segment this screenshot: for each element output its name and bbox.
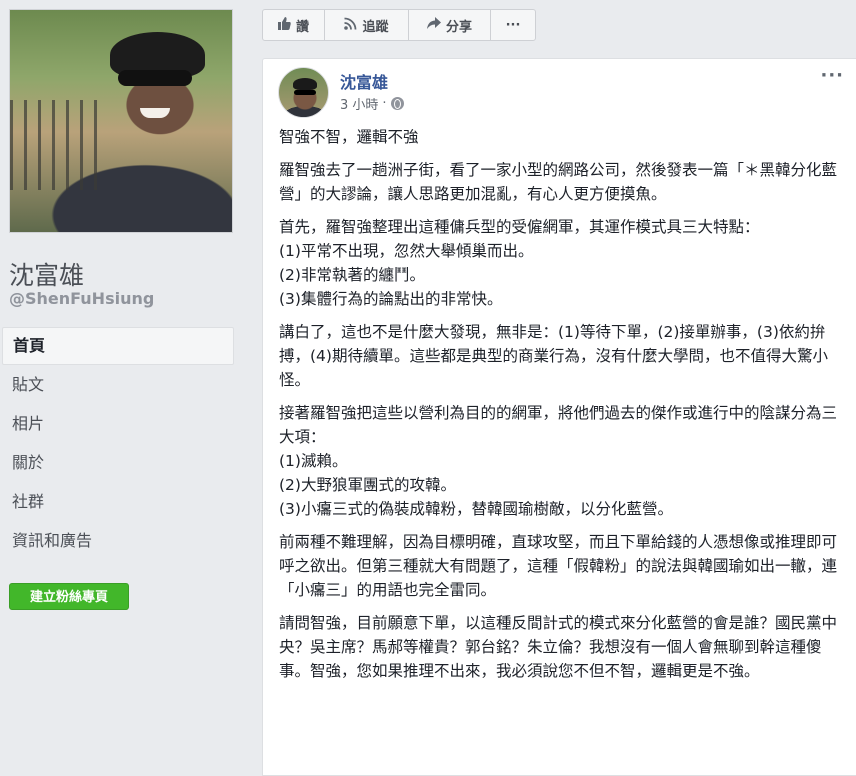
photo-fence: [10, 100, 105, 190]
post-line: 智強不智，邏輯不強: [279, 128, 419, 146]
nav-item-home[interactable]: 首頁: [2, 327, 234, 365]
page-name[interactable]: 沈富雄: [9, 256, 84, 292]
post-time[interactable]: 3 小時: [340, 94, 378, 113]
meta-separator: ·: [382, 96, 387, 111]
more-actions-button[interactable]: ···: [491, 10, 535, 40]
post-body: 智強不智，邏輯不強 羅智強去了一趟洲子街，看了一家小型的網路公司，然後發表一篇「…: [279, 125, 847, 692]
post-line: (3)小癟三式的偽裝成韓粉，替韓國瑜樹敵，以分化藍營。: [279, 500, 673, 518]
create-page-button[interactable]: 建立粉絲專頁: [9, 583, 129, 610]
post-card: 沈富雄 3 小時 · ··· 智強不智，邏輯不強 羅智強去了一趟洲子街，看了一家…: [262, 58, 856, 776]
like-button[interactable]: 讚: [263, 10, 325, 40]
share-arrow-icon: [426, 16, 441, 34]
post-paragraph: 請問智強，目前願意下單，以這種反間計式的模式來分化藍營的會是誰？國民黨中央？吳主…: [279, 611, 847, 683]
post-line: 講白了，這也不是什麼大發現，無非是：(1)等待下單，(2)接單辦事，(3)依約拚…: [279, 323, 828, 389]
post-paragraph: 首先，羅智強整理出這種傭兵型的受僱網軍，其運作模式具三大特點： (1)平常不出現…: [279, 215, 847, 311]
photo-smile: [140, 108, 170, 118]
post-line: (1)滅賴。: [279, 452, 348, 470]
post-author[interactable]: 沈富雄: [340, 69, 388, 93]
follow-label: 追蹤: [362, 19, 389, 35]
thumbs-up-icon: [277, 16, 291, 34]
nav-item-posts[interactable]: 貼文: [2, 365, 234, 404]
photo-sunglasses: [118, 70, 192, 86]
page-nav: 首頁 貼文 相片 關於 社群 資訊和廣告: [2, 327, 234, 560]
post-line: (3)集體行為的論點出的非常快。: [279, 290, 503, 308]
page-handle[interactable]: @ShenFuHsiung: [9, 289, 154, 308]
left-column: 沈富雄 @ShenFuHsiung 首頁 貼文 相片 關於 社群 資訊和廣告 建…: [0, 0, 246, 776]
post-line: 羅智強去了一趟洲子街，看了一家小型的網路公司，然後發表一篇「＊黑韓分化藍營」的大…: [279, 161, 838, 203]
profile-photo[interactable]: [9, 9, 233, 233]
post-line: (2)非常執著的纏鬥。: [279, 266, 425, 284]
post-paragraph: 講白了，這也不是什麼大發現，無非是：(1)等待下單，(2)接單辦事，(3)依約拚…: [279, 320, 847, 392]
nav-item-about[interactable]: 關於: [2, 443, 234, 482]
post-paragraph: 前兩種不難理解，因為目標明確，直球攻堅，而且下單給錢的人憑想像或推理即可呼之欲出…: [279, 530, 847, 602]
post-line: (2)大野狼軍團式的攻韓。: [279, 476, 456, 494]
author-avatar[interactable]: [278, 67, 329, 118]
post-options-button[interactable]: ···: [820, 65, 844, 86]
post-line: (1)平常不出現，忽然大舉傾巢而出。: [279, 242, 534, 260]
post-paragraph: 羅智強去了一趟洲子街，看了一家小型的網路公司，然後發表一篇「＊黑韓分化藍營」的大…: [279, 158, 847, 206]
post-paragraph: 接著羅智強把這些以營利為目的的網軍，將他們過去的傑作或進行中的陰謀分為三大項： …: [279, 401, 847, 521]
post-line: 接著羅智強把這些以營利為目的的網軍，將他們過去的傑作或進行中的陰謀分為三大項：: [279, 404, 838, 446]
follow-button[interactable]: 追蹤: [325, 10, 409, 40]
post-paragraph: 智強不智，邏輯不強: [279, 125, 847, 149]
nav-item-info-ads[interactable]: 資訊和廣告: [2, 521, 234, 560]
post-meta: 3 小時 ·: [340, 94, 404, 113]
post-line: 首先，羅智強整理出這種傭兵型的受僱網軍，其運作模式具三大特點：: [279, 218, 760, 236]
post-line: 前兩種不難理解，因為目標明確，直球攻堅，而且下單給錢的人憑想像或推理即可呼之欲出…: [279, 533, 838, 599]
post-line: 請問智強，目前願意下單，以這種反間計式的模式來分化藍營的會是誰？國民黨中央？吳主…: [279, 614, 838, 680]
nav-item-community[interactable]: 社群: [2, 482, 234, 521]
rss-icon: [344, 17, 357, 34]
like-label: 讚: [295, 19, 309, 35]
nav-item-photos[interactable]: 相片: [2, 404, 234, 443]
share-button[interactable]: 分享: [409, 10, 491, 40]
action-bar: 讚 追蹤 分享 ···: [262, 9, 536, 41]
globe-icon[interactable]: [390, 97, 404, 110]
share-label: 分享: [445, 19, 472, 35]
